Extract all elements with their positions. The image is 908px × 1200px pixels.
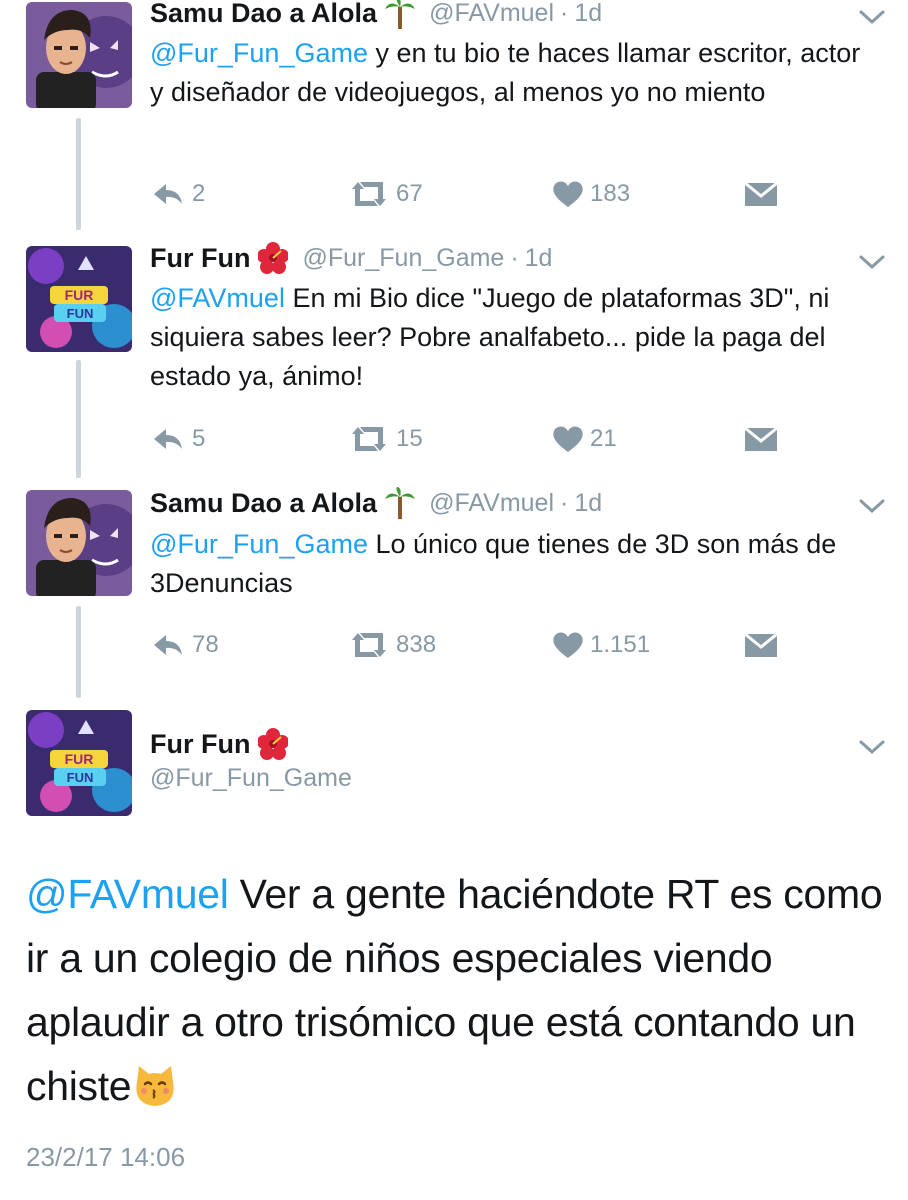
hibiscus-icon [258,242,289,274]
tweet-header: Fur Fun [150,726,302,762]
like-button[interactable]: 183 [552,176,630,212]
mention-link[interactable]: @FAVmuel [150,283,285,313]
like-count: 183 [590,180,631,207]
mention-link[interactable]: @FAVmuel [26,871,229,917]
avatar[interactable] [26,2,132,108]
tweet-text: @FAVmuel En mi Bio dice "Juego de plataf… [150,279,870,396]
reply-count: 2 [192,180,206,207]
reply-icon [154,635,182,655]
tweet-header: Samu Dao a Alola @FAVmuel · 1d [150,0,602,30]
dm-button[interactable] [744,176,784,212]
thread-line [76,118,81,230]
retweet-icon [352,182,386,206]
svg-text:FUR: FUR [65,287,94,303]
like-button[interactable]: 1.151 [552,627,650,663]
chevron-down-icon[interactable] [858,497,886,515]
heart-icon [553,632,583,658]
avatar[interactable]: FUR FUN [26,710,132,816]
avatar-furfun-image: FUR FUN [26,246,132,352]
timestamp[interactable]: 1d [574,0,602,27]
avatar[interactable] [26,490,132,596]
thread-line [76,606,81,698]
tweet-text: @FAVmuel Ver a gente haciéndote RT es co… [26,862,886,1118]
reply-button[interactable]: 5 [152,421,205,457]
heart-icon [553,426,583,452]
retweet-button[interactable]: 67 [348,176,423,212]
handle[interactable]: @Fur_Fun_Game [302,244,504,272]
retweet-icon [352,427,386,451]
avatar-samu-image [26,490,132,596]
handle[interactable]: @Fur_Fun_Game [150,764,352,793]
thread-line [76,360,81,478]
palm-tree-icon [385,0,416,29]
retweet-count: 838 [396,631,437,658]
chevron-down-icon[interactable] [858,8,886,26]
tweet-actions: 5 15 21 [150,421,790,457]
hibiscus-icon [258,728,289,760]
tweet-text: @Fur_Fun_Game y en tu bio te haces llama… [150,34,870,112]
display-name[interactable]: Samu Dao a Alola [150,0,377,29]
mention-link[interactable]: @Fur_Fun_Game [150,38,368,68]
reply-button[interactable]: 78 [152,627,219,663]
svg-text:FUR: FUR [65,751,94,767]
display-name[interactable]: Samu Dao a Alola [150,488,377,519]
tweet-actions: 2 67 183 [150,176,790,212]
tweet-header: Fur Fun @Fur_Fun_Game · 1d [150,242,553,274]
retweet-icon [352,633,386,657]
avatar-furfun-image: FUR FUN [26,710,132,816]
like-button[interactable]: 21 [552,421,617,457]
svg-text:FUN: FUN [67,306,94,321]
timestamp[interactable]: 1d [525,244,553,272]
retweet-button[interactable]: 15 [348,421,423,457]
reply-count: 78 [192,631,219,658]
dm-button[interactable] [744,421,784,457]
chevron-down-icon[interactable] [858,738,886,756]
envelope-icon [744,426,778,451]
retweet-count: 15 [396,425,423,452]
display-name[interactable]: Fur Fun [150,729,250,760]
reply-count: 5 [192,425,206,452]
tweet-text: @Fur_Fun_Game Lo único que tienes de 3D … [150,525,870,603]
tweet-actions: 78 838 1.151 [150,627,790,663]
chevron-down-icon[interactable] [858,253,886,271]
handle[interactable]: @FAVmuel [429,0,554,27]
reply-icon [154,429,182,449]
envelope-icon [744,632,778,657]
retweet-button[interactable]: 838 [348,627,436,663]
avatar[interactable]: FUR FUN [26,246,132,352]
tweet-header: Samu Dao a Alola @FAVmuel · 1d [150,487,603,519]
avatar-samu-image [26,2,132,108]
svg-text:FUN: FUN [67,770,94,785]
retweet-count: 67 [396,180,423,207]
timestamp[interactable]: 1d [574,489,602,517]
heart-icon [553,181,583,207]
tweet-timestamp[interactable]: 23/2/17 14:06 [26,1142,185,1173]
dm-button[interactable] [744,627,784,663]
palm-tree-icon [385,487,416,519]
reply-button[interactable]: 2 [152,176,205,212]
like-count: 1.151 [590,631,651,658]
envelope-icon [744,181,778,206]
mention-link[interactable]: @Fur_Fun_Game [150,529,368,559]
handle[interactable]: @FAVmuel [429,489,554,517]
reply-icon [154,184,182,204]
display-name[interactable]: Fur Fun [150,243,250,274]
like-count: 21 [590,425,617,452]
kissing-cat-icon [133,1064,177,1108]
